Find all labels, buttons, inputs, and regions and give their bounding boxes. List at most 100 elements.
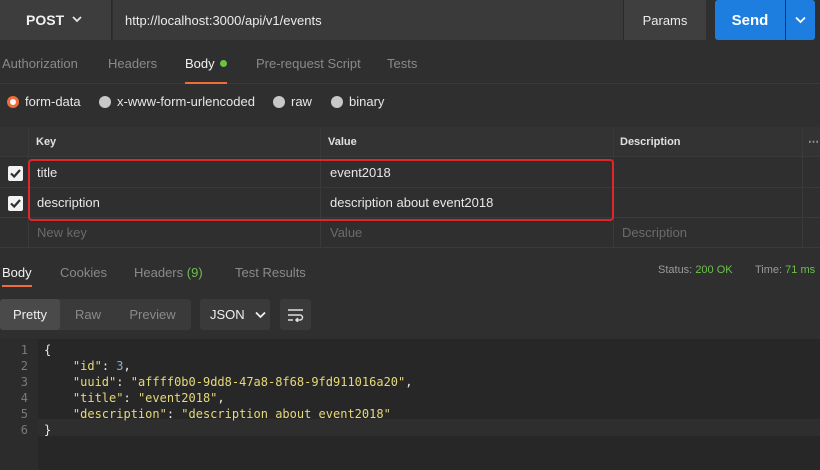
status-info: Status: 200 OK [658, 264, 733, 276]
code-line: } [44, 423, 51, 437]
column-divider [320, 127, 321, 247]
wrap-lines-button[interactable] [280, 299, 311, 330]
json-number: 3 [116, 359, 124, 373]
chevron-down-icon [72, 16, 82, 23]
view-preview[interactable]: Preview [116, 299, 189, 330]
header-key: Key [36, 135, 57, 148]
time-value: 71 ms [785, 264, 816, 276]
request-tabs: Authorization Headers Body Pre-request S… [0, 48, 820, 84]
method-select[interactable]: POST [0, 0, 112, 40]
table-row: title event2018 [0, 158, 820, 188]
status-value: 200 OK [695, 264, 733, 276]
row-checkbox[interactable] [8, 196, 23, 211]
column-divider [802, 127, 803, 247]
view-raw[interactable]: Raw [60, 299, 116, 330]
request-bar: POST Params Send [0, 0, 820, 41]
radio-binary[interactable]: binary [331, 94, 384, 109]
format-label: JSON [210, 307, 245, 322]
json-key: "id" [72, 359, 102, 373]
new-value-input[interactable]: Value [330, 218, 362, 247]
format-select[interactable]: JSON [200, 299, 270, 330]
row-value[interactable]: event2018 [330, 158, 391, 187]
radio-urlencoded[interactable]: x-www-form-urlencoded [99, 94, 255, 109]
tab-body-label: Body [185, 56, 215, 71]
response-body[interactable]: 1 2 3 4 5 6 { "id": 3, "uuid": "affff0b0… [0, 339, 820, 470]
json-key: "description" [72, 407, 167, 421]
json-string: "affff0b0-9dd8-47a8-8f68-9fd911016a20" [130, 375, 406, 389]
send-label: Send [731, 11, 769, 29]
row-key[interactable]: title [37, 158, 57, 187]
resp-tab-cookies[interactable]: Cookies [60, 265, 107, 287]
chevron-down-icon [795, 16, 806, 24]
current-line-highlight [38, 419, 820, 436]
radio-form-data[interactable]: form-data [7, 94, 81, 109]
code-line: "description": "description about event2… [72, 407, 391, 421]
column-divider [613, 127, 614, 247]
header-value: Value [328, 135, 357, 148]
headers-count: (9) [186, 265, 203, 280]
json-key: "uuid" [72, 375, 117, 389]
json-string: "event2018" [137, 391, 218, 405]
new-description-input[interactable]: Description [622, 218, 687, 247]
status-label: Status: [658, 264, 693, 276]
line-number: 6 [20, 423, 28, 437]
body-type-group: form-data x-www-form-urlencoded raw bina… [0, 92, 820, 114]
send-button[interactable]: Send [715, 0, 785, 40]
radio-label: x-www-form-urlencoded [117, 94, 255, 109]
row-checkbox[interactable] [8, 166, 23, 181]
column-divider [28, 127, 29, 247]
url-input[interactable] [113, 0, 623, 40]
row-key[interactable]: description [37, 188, 100, 217]
code-brace: } [44, 423, 52, 437]
json-string: "description about event2018" [181, 407, 391, 421]
tab-pre-request-script[interactable]: Pre-request Script [256, 56, 361, 84]
radio-raw[interactable]: raw [273, 94, 312, 109]
resp-tab-headers[interactable]: Headers (9) [134, 265, 203, 287]
line-number: 5 [20, 407, 28, 421]
line-number: 1 [20, 343, 28, 357]
view-pretty[interactable]: Pretty [0, 299, 60, 330]
new-row: New key Value Description [0, 218, 820, 248]
table-row: description description about event2018 [0, 188, 820, 218]
checkmark-icon [10, 169, 21, 179]
resp-tab-body[interactable]: Body [2, 265, 32, 287]
radio-icon [331, 95, 343, 108]
params-label: Params [642, 12, 688, 28]
params-button[interactable]: Params [623, 0, 706, 40]
time-label: Time: [755, 264, 783, 276]
line-number: 2 [20, 359, 28, 373]
new-key-input[interactable]: New key [37, 218, 87, 247]
send-options-button[interactable] [786, 0, 815, 40]
radio-selected-icon [7, 95, 19, 108]
tab-tests[interactable]: Tests [387, 56, 417, 84]
code-line: "title": "event2018", [72, 391, 225, 405]
tab-authorization[interactable]: Authorization [2, 56, 78, 84]
wrap-lines-icon [288, 308, 304, 322]
tab-body[interactable]: Body [185, 56, 227, 84]
radio-icon [99, 95, 111, 108]
method-label: POST [26, 12, 65, 28]
radio-label: form-data [25, 94, 81, 109]
code-brace: { [44, 343, 52, 357]
chevron-down-icon [255, 311, 266, 318]
code-line: "id": 3, [72, 359, 131, 373]
json-key: "title" [72, 391, 124, 405]
checkmark-icon [10, 199, 21, 209]
resp-tab-headers-label: Headers [134, 265, 184, 280]
body-indicator-dot [219, 60, 227, 67]
line-gutter: 1 2 3 4 5 6 [0, 339, 38, 470]
radio-label: binary [349, 94, 385, 109]
resp-tab-test-results[interactable]: Test Results [235, 265, 306, 287]
code-line: "uuid": "affff0b0-9dd8-47a8-8f68-9fd9110… [72, 375, 413, 389]
tab-headers[interactable]: Headers [108, 56, 157, 84]
more-icon[interactable]: ⋯ [808, 127, 819, 156]
header-description: Description [620, 135, 681, 148]
radio-label: raw [291, 94, 312, 109]
row-value[interactable]: description about event2018 [330, 188, 493, 217]
radio-icon [273, 95, 285, 108]
code-line: { [44, 343, 51, 357]
line-number: 4 [20, 391, 28, 405]
line-number: 3 [20, 375, 28, 389]
table-header: Key Value Description ⋯ [0, 127, 820, 157]
view-mode-switch: Pretty Raw Preview [0, 299, 191, 330]
